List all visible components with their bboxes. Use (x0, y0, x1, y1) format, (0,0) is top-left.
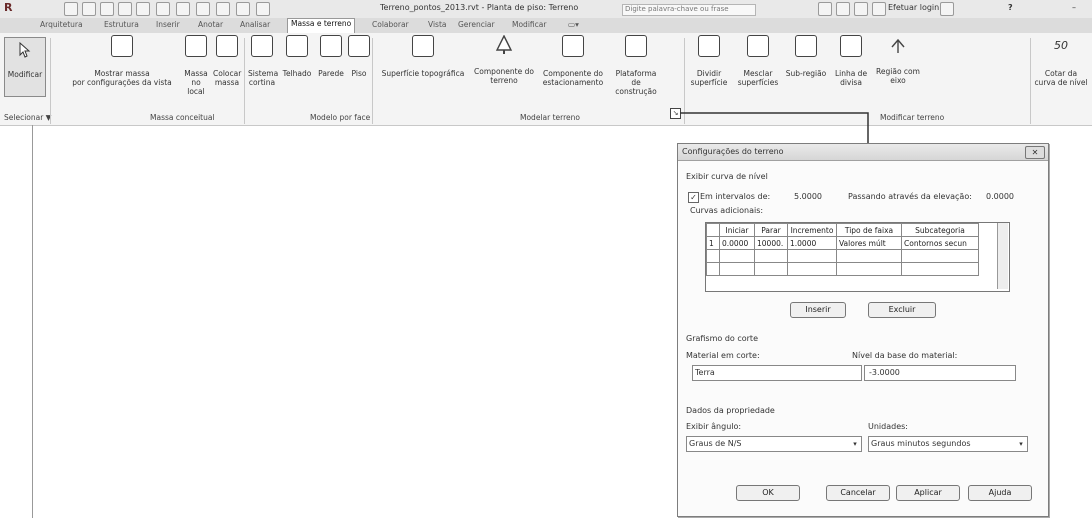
interval-checkbox[interactable]: ✓ (688, 192, 699, 203)
column-header[interactable]: Tipo de faixa (836, 223, 902, 237)
contour-section-label: Exibir curva de nível (686, 172, 768, 181)
dialog-title: Configurações do terreno (682, 147, 784, 156)
cell-parar[interactable]: 10000. (754, 236, 788, 250)
column-header[interactable]: Incremento (787, 223, 837, 237)
base-elevation-label: Nível da base do material: (852, 351, 958, 360)
base-elevation-field[interactable]: -3.0000 (864, 365, 1016, 381)
base-elevation-value: -3.0000 (869, 368, 900, 377)
property-data-label: Dados da propriedade (686, 406, 775, 415)
close-icon[interactable]: ✕ (1025, 146, 1045, 159)
interval-field[interactable]: 5.0000 (794, 192, 822, 201)
cell-incremento[interactable]: 1.0000 (787, 236, 837, 250)
column-header[interactable]: Subcategoria (901, 223, 979, 237)
ok-button[interactable]: OK (736, 485, 800, 501)
dialog-title-bar: Configurações do terreno ✕ (678, 144, 1048, 161)
table-row-empty (706, 249, 979, 263)
section-graphics-label: Grafismo do corte (686, 334, 758, 343)
delete-button[interactable]: Excluir (868, 302, 936, 318)
cut-material-label: Material em corte: (686, 351, 760, 360)
apply-button[interactable]: Aplicar (896, 485, 960, 501)
chevron-down-icon[interactable]: ▾ (1016, 438, 1026, 450)
table-row-empty (706, 262, 979, 276)
chevron-down-icon[interactable]: ▾ (850, 438, 860, 450)
interval-label: Em intervalos de: (700, 192, 771, 201)
additional-contours-label: Curvas adicionais: (690, 206, 764, 215)
cell-iniciar[interactable]: 0.0000 (719, 236, 755, 250)
angle-display-select[interactable]: Graus de N/S ▾ (686, 436, 862, 452)
cut-material-value: Terra (695, 368, 715, 377)
column-header[interactable]: Iniciar (719, 223, 755, 237)
units-value: Graus minutos segundos (871, 439, 971, 448)
cell-tipo-faixa[interactable]: Valores múlt (836, 236, 902, 250)
row-num-header (706, 223, 720, 237)
contours-table: Iniciar Parar Incremento Tipo de faixa S… (706, 223, 979, 276)
table-header-row: Iniciar Parar Incremento Tipo de faixa S… (706, 223, 979, 237)
angle-display-value: Graus de N/S (689, 439, 742, 448)
angle-display-label: Exibir ângulo: (686, 422, 742, 431)
units-label: Unidades: (868, 422, 908, 431)
units-select[interactable]: Graus minutos segundos ▾ (868, 436, 1028, 452)
table-scrollbar[interactable] (997, 223, 1008, 289)
site-settings-dialog: Configurações do terreno ✕ Exibir curva … (677, 143, 1049, 517)
table-row[interactable]: 1 0.0000 10000. 1.0000 Valores múlt Cont… (706, 236, 979, 250)
cut-material-field[interactable]: Terra (692, 365, 862, 381)
cell-subcategoria[interactable]: Contornos secun (901, 236, 979, 250)
row-number: 1 (706, 236, 720, 250)
passing-label: Passando através da elevação: (848, 192, 972, 201)
insert-button[interactable]: Inserir (790, 302, 846, 318)
cancel-button[interactable]: Cancelar (826, 485, 890, 501)
passing-field[interactable]: 0.0000 (986, 192, 1014, 201)
help-button[interactable]: Ajuda (968, 485, 1032, 501)
column-header[interactable]: Parar (754, 223, 788, 237)
